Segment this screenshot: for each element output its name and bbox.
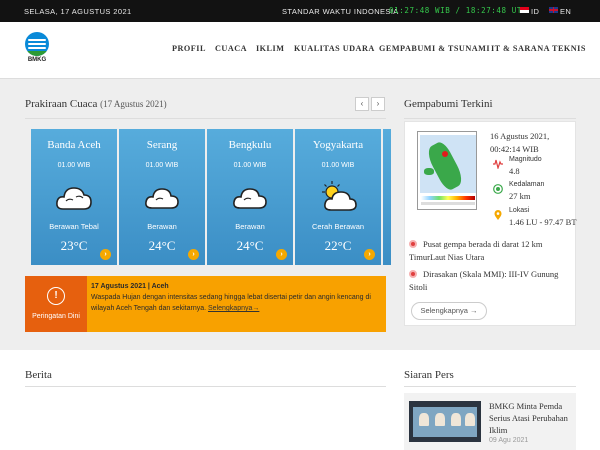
seismograph-icon — [493, 159, 503, 169]
nav-gempabumi-tsunami[interactable]: GEMPABUMI & TSUNAMI — [379, 44, 490, 53]
epicenter-icon — [409, 240, 417, 248]
top-bar: SELASA, 17 AGUSTUS 2021 STANDAR WAKTU IN… — [0, 0, 600, 22]
press-item-title[interactable]: BMKG Minta Pemda Serius Atasi Perubahan … — [489, 400, 574, 436]
epicenter-text: Pusat gempa berada di darat 12 km TimurL… — [409, 239, 543, 262]
depth-value: 27 km — [509, 191, 531, 201]
felt-description: Dirasakan (Skala MMI): III-IV Gunung Sit… — [409, 268, 574, 294]
warning-icon: ! — [47, 287, 65, 305]
earthquake-more-button[interactable]: Selengkapnya → — [411, 302, 487, 320]
logo-text: BMKG — [27, 57, 47, 63]
forecast-card-serang[interactable]: Serang 01.00 WIB Berawan 24°C › — [119, 129, 205, 265]
earthquake-datetime: 16 Agustus 2021, 00:42:14 WIB — [490, 131, 550, 154]
epicenter-marker-icon — [442, 151, 448, 157]
felt-text: Dirasakan (Skala MMI): III-IV Gunung Sit… — [409, 269, 559, 292]
card-detail-button[interactable]: › — [188, 249, 199, 260]
chevron-right-icon: › — [376, 99, 380, 108]
heavy-cloud-icon — [56, 187, 92, 210]
early-warning-banner: ! Peringatan Dini 17 Agustus 2021 | Aceh… — [25, 276, 386, 332]
nav-it-sarana-teknis[interactable]: IT & SARANA TEKNIS — [491, 44, 586, 53]
card-city: Banda Aceh — [47, 139, 101, 151]
forecast-card-banda-aceh[interactable]: Banda Aceh 01.00 WIB Berawan Tebal 23°C … — [31, 129, 117, 265]
press-thumbnail — [409, 401, 481, 442]
card-detail-button[interactable]: › — [100, 249, 111, 260]
forecast-prev-button[interactable]: ‹ — [355, 97, 369, 111]
card-city: Bengkulu — [228, 139, 272, 151]
felt-intensity-icon — [409, 270, 417, 278]
card-time: 01.00 WIB — [145, 162, 179, 169]
language-id-link[interactable]: ID — [531, 7, 539, 16]
language-en-link[interactable]: EN — [560, 7, 571, 16]
card-condition: Berawan Tebal — [49, 222, 99, 231]
card-time: 01.00 WIB — [233, 162, 267, 169]
forecast-divider — [25, 118, 386, 119]
standard-time-label: STANDAR WAKTU INDONESIA — [282, 7, 399, 16]
forecast-date: (17 Agustus 2021) — [100, 99, 167, 109]
earthquake-panel: 16 Agustus 2021, 00:42:14 WIB Magnitudo … — [404, 121, 577, 326]
digital-clock: 01:27:48 WIB / 18:27:48 UTC — [389, 6, 528, 15]
site-header: BMKG PROFIL CUACA IKLIM KUALITAS UDARA G… — [0, 22, 600, 79]
forecast-card-yogyakarta[interactable]: Yogyakarta 01.00 WIB Cerah Berawan 22°C … — [295, 129, 381, 265]
location-value: 1.46 LU - 97.47 BT — [509, 217, 577, 227]
card-city: Serang — [146, 139, 178, 151]
press-item-date: 09 Agu 2021 — [489, 437, 529, 444]
warning-more-link[interactable]: Selengkapnya→ — [208, 305, 259, 312]
forecast-title: Prakiraan Cuaca (17 Agustus 2021) — [25, 98, 167, 110]
card-time: 01.00 WIB — [57, 162, 91, 169]
bmkg-logo[interactable]: BMKG — [24, 32, 50, 64]
current-date: SELASA, 17 AGUSTUS 2021 — [24, 7, 132, 16]
early-warning-badge[interactable]: ! Peringatan Dini — [25, 276, 87, 332]
early-warning-text: 17 Agustus 2021 | Aceh Waspada Hujan den… — [91, 281, 381, 314]
card-condition: Berawan — [147, 222, 177, 231]
location-pin-icon — [494, 210, 502, 220]
location-label: Lokasi — [509, 207, 530, 214]
news-title: Berita — [25, 369, 52, 381]
nav-profil[interactable]: PROFIL — [172, 44, 206, 53]
early-warning-label: Peringatan Dini — [32, 313, 80, 320]
nav-iklim[interactable]: IKLIM — [256, 44, 284, 53]
card-detail-button[interactable]: › — [276, 249, 287, 260]
card-time: 01.00 WIB — [321, 162, 355, 169]
forecast-card-next-partial[interactable] — [383, 129, 391, 265]
indonesia-flag-icon[interactable] — [520, 7, 529, 13]
nav-kualitas-udara[interactable]: KUALITAS UDARA — [294, 44, 375, 53]
card-condition: Cerah Berawan — [311, 222, 365, 231]
forecast-card-bengkulu[interactable]: Bengkulu 01.00 WIB Berawan 24°C › — [207, 129, 293, 265]
bmkg-emblem-icon — [25, 32, 49, 56]
forecast-title-text: Prakiraan Cuaca — [25, 98, 98, 110]
cloud-icon — [233, 188, 267, 209]
card-city: Yogyakarta — [312, 139, 364, 151]
depth-label: Kedalaman — [509, 181, 545, 188]
press-title: Siaran Pers — [404, 369, 454, 381]
nav-cuaca[interactable]: CUACA — [215, 44, 247, 53]
magnitude-value: 4.8 — [509, 166, 520, 176]
card-condition: Berawan — [235, 222, 265, 231]
news-divider — [25, 386, 386, 387]
forecast-next-button[interactable]: › — [371, 97, 385, 111]
card-detail-button[interactable]: › — [364, 249, 375, 260]
epicenter-description: Pusat gempa berada di darat 12 km TimurL… — [409, 238, 574, 264]
press-divider — [404, 386, 576, 387]
chevron-left-icon: ‹ — [360, 99, 364, 108]
earthquake-map[interactable] — [417, 131, 477, 210]
magnitude-label: Magnitudo — [509, 156, 542, 163]
press-item[interactable]: BMKG Minta Pemda Serius Atasi Perubahan … — [404, 393, 576, 450]
earthquake-title: Gempabumi Terkini — [404, 98, 493, 110]
warning-headline: 17 Agustus 2021 | Aceh — [91, 283, 169, 290]
earthquake-divider — [404, 118, 576, 119]
cloud-icon — [145, 188, 179, 209]
uk-flag-icon[interactable] — [549, 7, 558, 13]
partly-cloudy-icon — [322, 181, 357, 211]
depth-target-icon — [493, 184, 503, 194]
